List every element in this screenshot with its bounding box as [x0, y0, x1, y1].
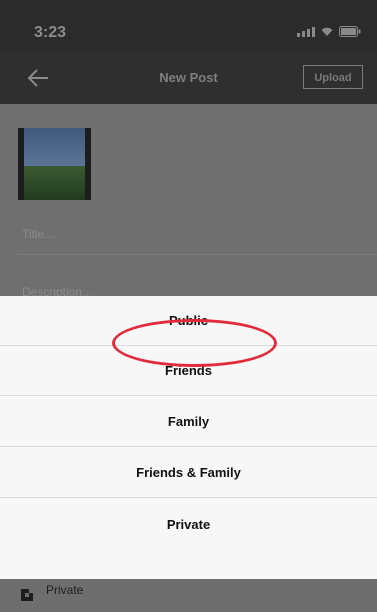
- status-time: 3:23: [34, 24, 67, 41]
- post-form: Title... Description...: [0, 104, 377, 304]
- option-family[interactable]: Family: [0, 397, 377, 447]
- status-icons: [297, 26, 361, 37]
- photo-thumbnail[interactable]: [18, 128, 91, 200]
- status-bar: 3:23: [0, 0, 377, 52]
- privacy-selector-bar[interactable]: Private: [0, 579, 377, 612]
- signal-icon: [297, 27, 315, 37]
- lock-icon: [19, 587, 35, 603]
- option-private[interactable]: Private: [0, 500, 377, 550]
- nav-bar: New Post Upload: [0, 52, 377, 104]
- privacy-options-sheet: Public Friends Family Friends & Family P…: [0, 296, 377, 579]
- battery-icon: [339, 26, 361, 37]
- option-friends-and-family[interactable]: Friends & Family: [0, 448, 377, 498]
- privacy-label: Private: [46, 583, 84, 597]
- wifi-icon: [320, 26, 334, 37]
- divider: [18, 254, 377, 255]
- option-public[interactable]: Public: [0, 296, 377, 346]
- upload-button[interactable]: Upload: [303, 65, 363, 89]
- option-friends[interactable]: Friends: [0, 346, 377, 396]
- title-input[interactable]: Title...: [22, 227, 54, 241]
